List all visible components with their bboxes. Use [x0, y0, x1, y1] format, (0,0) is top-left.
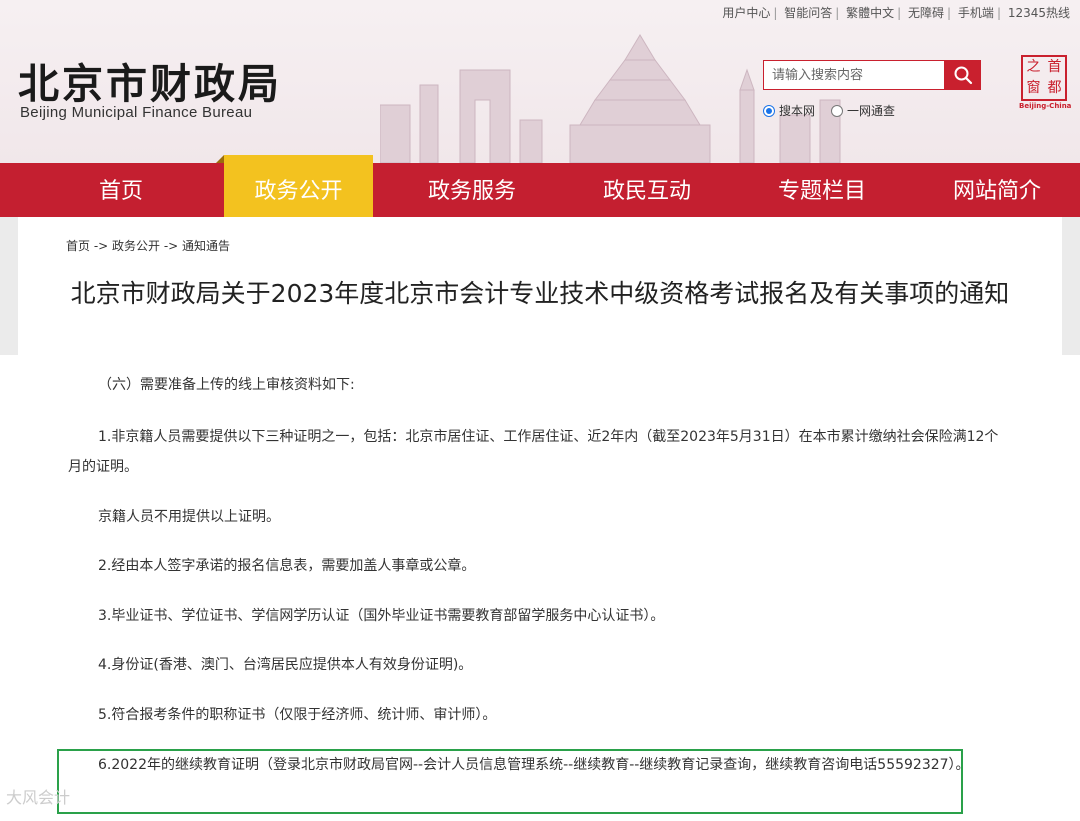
side-gutter-left [0, 217, 18, 355]
paragraph-item-3: 3.毕业证书、学位证书、学信网学历认证（国外毕业证书需要教育部留学服务中心认证书… [98, 608, 665, 624]
nav-item-about[interactable]: 网站简介 [909, 163, 1080, 217]
paragraph-item-1: 1.非京籍人员需要提供以下三种证明之一，包括：北京市居住证、工作居住证、近2年内… [68, 429, 999, 475]
nav-item-topics[interactable]: 专题栏目 [734, 163, 910, 217]
main-nav: 首页 政务公开 政务服务 政民互动 专题栏目 网站简介 [0, 155, 1080, 217]
breadcrumb[interactable]: 首页 -> 政务公开 -> 通知通告 [66, 237, 230, 254]
top-link-traditional[interactable]: 繁體中文 [844, 6, 896, 20]
radio-this-site[interactable] [763, 104, 775, 117]
seal-box: 之 首 窗 都 [1021, 55, 1067, 101]
paragraph-intro: （六）需要准备上传的线上审核资料如下: [98, 377, 355, 393]
nav-item-interaction[interactable]: 政民互动 [559, 163, 735, 217]
paragraph-item-5: 5.符合报考条件的职称证书（仅限于经济师、统计师、审计师）。 [98, 707, 497, 723]
watermark-text: 大风会计 [6, 788, 71, 807]
site-logo-en: Beijing Municipal Finance Bureau [20, 104, 253, 121]
search-input[interactable] [763, 60, 945, 90]
page-title: 北京市财政局关于2023年度北京市会计专业技术中级资格考试报名及有关事项的通知 [70, 279, 1010, 308]
paragraph-item-4: 4.身份证(香港、澳门、台湾居民应提供本人有效身份证明)。 [98, 657, 473, 673]
top-link-qa[interactable]: 智能问答 [782, 6, 834, 20]
top-link-mobile[interactable]: 手机端 [956, 6, 996, 20]
radio-this-site-label[interactable]: 搜本网 [779, 102, 815, 119]
top-link-user-center[interactable]: 用户中心 [720, 6, 772, 20]
nav-item-gov-affairs-open[interactable]: 政务公开 [216, 155, 373, 217]
site-header: 用户中心 | 智能问答 | 繁體中文 | 无障碍 | 手机端 | 12345热线 北京市财… [0, 0, 1080, 163]
nav-item-gov-services[interactable]: 政务服务 [384, 163, 560, 217]
top-links: 用户中心 | 智能问答 | 繁體中文 | 无障碍 | 手机端 | 12345热线 [720, 6, 1072, 20]
search-button[interactable] [945, 60, 981, 90]
site-logo-cn[interactable]: 北京市财政局 [18, 50, 282, 110]
side-gutter-right [1062, 217, 1080, 355]
search-scope: 搜本网 一网通查 [763, 102, 911, 119]
top-link-accessibility[interactable]: 无障碍 [906, 6, 946, 20]
radio-all-network-label[interactable]: 一网通查 [847, 102, 895, 119]
seal-en-text: Beijing-China [1019, 102, 1072, 110]
skyline-illustration [380, 34, 841, 163]
capital-window-seal[interactable]: 之 首 窗 都 Beijing-China [1019, 55, 1072, 113]
radio-all-network[interactable] [831, 104, 844, 117]
top-link-hotline[interactable]: 12345热线 [1006, 6, 1072, 20]
highlight-box [57, 749, 963, 814]
paragraph-item-2: 2.经由本人签字承诺的报名信息表，需要加盖人事章或公章。 [98, 558, 476, 574]
paragraph-beijing-residents: 京籍人员不用提供以上证明。 [98, 509, 280, 525]
search-icon [954, 66, 973, 85]
nav-item-home[interactable]: 首页 [33, 163, 209, 217]
